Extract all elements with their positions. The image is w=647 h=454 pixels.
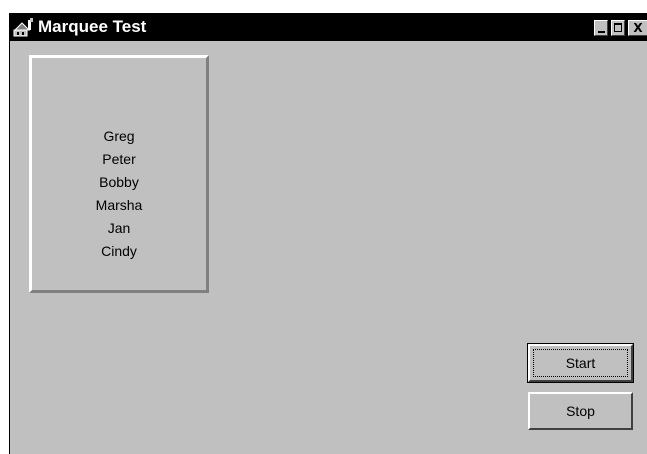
- marquee-test-window: Marquee Test X Greg Peter Bobby Marsha J…: [9, 13, 647, 454]
- maximize-button[interactable]: [611, 20, 625, 36]
- minimize-icon: [598, 31, 605, 33]
- marquee-name: Greg: [103, 128, 135, 144]
- start-button-label: Start: [565, 355, 596, 371]
- app-icon[interactable]: [13, 17, 35, 37]
- maximize-icon: [614, 23, 622, 32]
- stop-button-label: Stop: [566, 403, 595, 419]
- marquee-name: Bobby: [99, 174, 139, 190]
- close-button[interactable]: X: [628, 20, 647, 36]
- close-icon: X: [633, 21, 643, 35]
- marquee-name: Marsha: [95, 197, 143, 213]
- marquee-name: Peter: [102, 151, 136, 167]
- window-title: Marquee Test: [38, 17, 147, 36]
- stop-button[interactable]: Stop: [528, 392, 633, 430]
- marquee-name: Jan: [107, 220, 131, 236]
- marquee-panel: Greg Peter Bobby Marsha Jan Cindy: [29, 55, 209, 293]
- start-button[interactable]: Start: [527, 343, 634, 383]
- minimize-button[interactable]: [594, 20, 608, 36]
- marquee-name: Cindy: [101, 243, 137, 259]
- marquee-name-list: Greg Peter Bobby Marsha Jan Cindy: [32, 125, 206, 263]
- title-bar[interactable]: Marquee Test X: [10, 13, 647, 41]
